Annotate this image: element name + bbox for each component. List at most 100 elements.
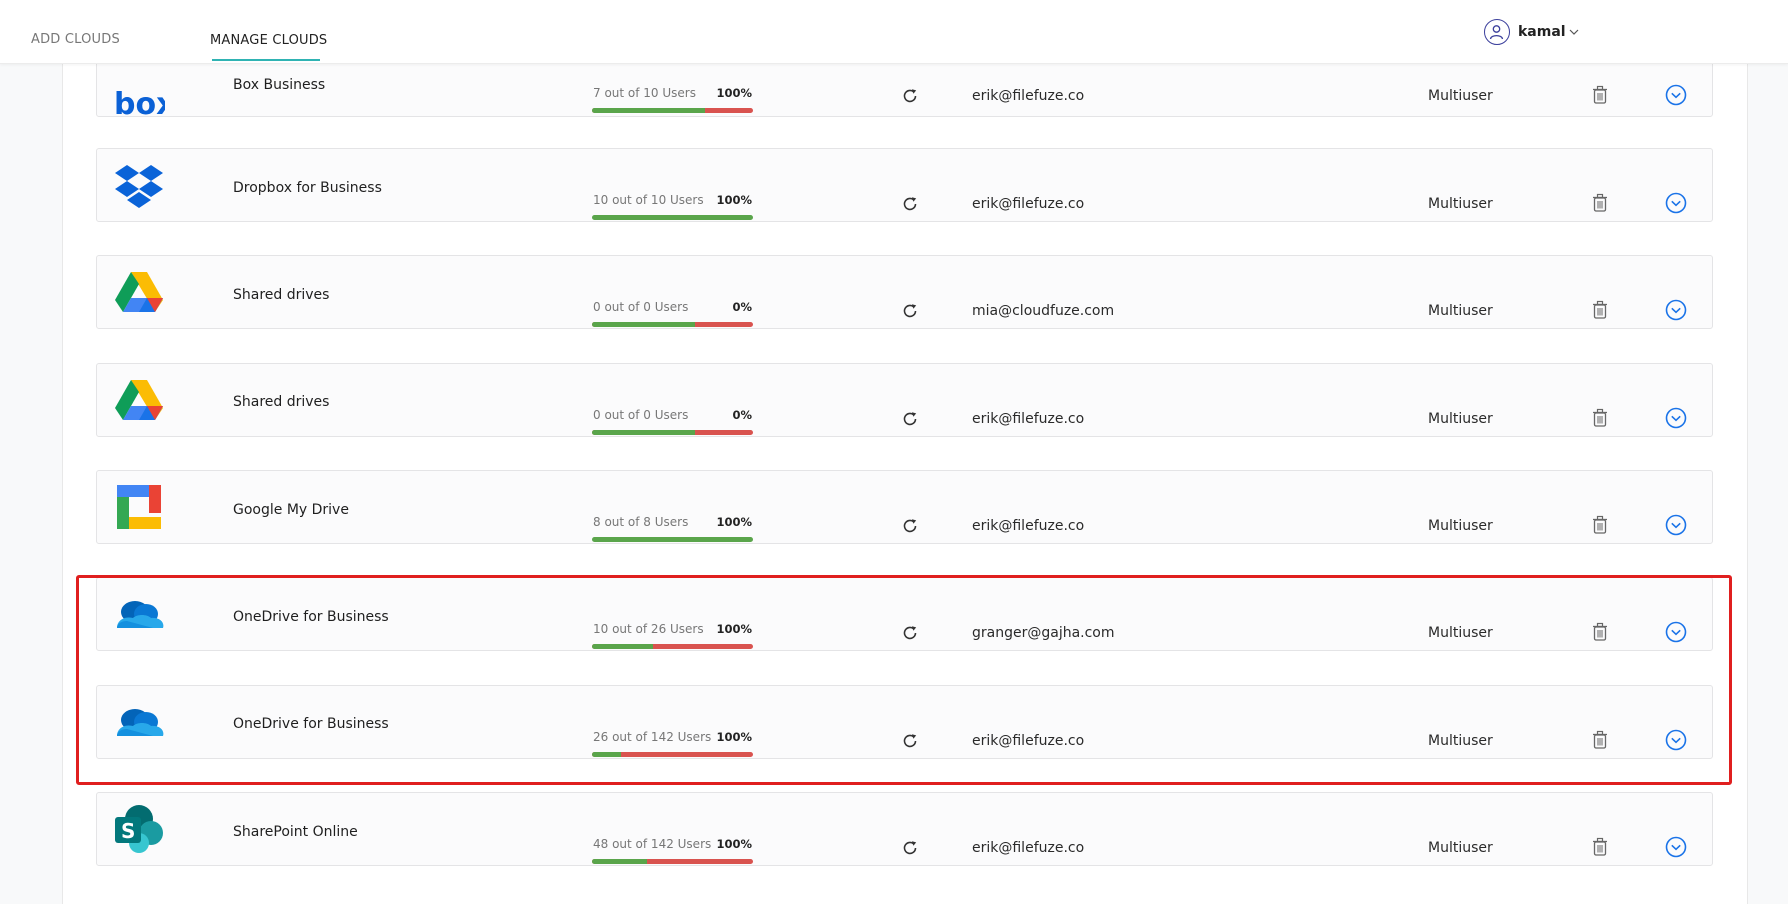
account-email: erik@filefuze.co	[972, 517, 1085, 534]
tab-add-clouds[interactable]: ADD CLOUDS	[31, 32, 120, 47]
account-type: Multiuser	[1428, 196, 1493, 212]
account-email: granger@gajha.com	[972, 625, 1115, 642]
usage-progress-fill	[592, 108, 705, 113]
usage-percent: 0%	[732, 407, 752, 422]
cloud-name: Google My Drive	[233, 501, 349, 518]
users-count: 8 out of 8 Users	[593, 514, 689, 529]
expand-chevron-icon[interactable]	[1665, 836, 1687, 858]
usage-progress-bar	[592, 536, 753, 542]
usage-progress-bar	[592, 215, 753, 220]
onedrive-logo	[113, 696, 165, 748]
usage-percent: 0%	[732, 300, 752, 315]
refresh-icon[interactable]	[901, 87, 919, 105]
usage-progress-bar	[592, 644, 753, 650]
usage-percent: 100%	[716, 836, 752, 851]
trash-icon[interactable]	[1591, 730, 1609, 750]
user-menu[interactable]: kamal	[1484, 18, 1580, 46]
expand-chevron-icon[interactable]	[1665, 192, 1687, 214]
cloud-row: S SharePoint Online 48 out of 142 Users …	[96, 791, 1713, 866]
cloud-row: Shared drives 0 out of 0 Users 0% erik@f…	[96, 362, 1713, 437]
refresh-icon[interactable]	[901, 517, 919, 535]
sharepoint-logo: S	[113, 803, 165, 855]
usage-progress-bar	[592, 108, 753, 113]
usage-progress-fill	[592, 536, 753, 542]
usage-progress-bar	[592, 429, 753, 435]
expand-chevron-icon[interactable]	[1665, 299, 1687, 321]
cloud-row: OneDrive for Business 10 out of 26 Users…	[96, 577, 1713, 652]
users-count: 7 out of 10 Users	[593, 86, 696, 100]
users-count: 0 out of 0 Users	[593, 407, 689, 422]
users-count: 48 out of 142 Users	[593, 836, 712, 851]
refresh-icon[interactable]	[901, 302, 919, 320]
top-navigation-bar: ADD CLOUDS MANAGE CLOUDS kamal	[0, 0, 1788, 64]
trash-icon[interactable]	[1591, 85, 1609, 105]
cloud-row: Shared drives 0 out of 0 Users 0% mia@cl…	[96, 255, 1713, 330]
usage-progress-fill	[592, 858, 647, 864]
account-type: Multiuser	[1428, 625, 1493, 642]
box-logo: box	[113, 76, 175, 128]
expand-chevron-icon[interactable]	[1665, 84, 1687, 106]
refresh-icon[interactable]	[901, 732, 919, 750]
trash-icon[interactable]	[1591, 300, 1609, 320]
account-type: Multiuser	[1428, 732, 1493, 749]
expand-chevron-icon[interactable]	[1665, 514, 1687, 536]
refresh-icon[interactable]	[901, 839, 919, 857]
account-type: Multiuser	[1428, 303, 1493, 320]
account-type: Multiuser	[1428, 88, 1493, 104]
refresh-icon[interactable]	[901, 624, 919, 642]
account-email: erik@filefuze.co	[972, 732, 1085, 749]
account-email: mia@cloudfuze.com	[972, 303, 1115, 320]
expand-chevron-icon[interactable]	[1665, 621, 1687, 643]
dropbox-logo	[113, 159, 165, 211]
usage-percent: 100%	[716, 193, 752, 207]
account-type: Multiuser	[1428, 410, 1493, 427]
usage-percent: 100%	[716, 729, 752, 744]
chevron-down-icon	[1569, 29, 1579, 35]
account-type: Multiuser	[1428, 517, 1493, 534]
svg-text:S: S	[121, 819, 135, 843]
users-count: 0 out of 0 Users	[593, 300, 689, 315]
cloud-name: Shared drives	[233, 287, 330, 304]
expand-chevron-icon[interactable]	[1665, 729, 1687, 751]
trash-icon[interactable]	[1591, 408, 1609, 428]
account-email: erik@filefuze.co	[972, 410, 1085, 427]
usage-progress-bar	[592, 751, 753, 757]
cloud-name: OneDrive for Business	[233, 609, 389, 626]
users-count: 10 out of 26 Users	[593, 622, 704, 637]
trash-icon[interactable]	[1591, 837, 1609, 857]
usage-progress-fill	[592, 751, 621, 757]
cloud-row: Google My Drive 8 out of 8 Users 100% er…	[96, 469, 1713, 544]
usage-progress-fill	[592, 215, 753, 220]
cloud-name: SharePoint Online	[233, 823, 358, 840]
usage-progress-fill	[592, 429, 696, 435]
user-avatar-icon	[1484, 19, 1510, 45]
account-email: erik@filefuze.co	[972, 196, 1085, 212]
trash-icon[interactable]	[1591, 193, 1609, 213]
refresh-icon[interactable]	[901, 195, 919, 213]
usage-progress-fill	[592, 322, 696, 328]
cloud-row: OneDrive for Business 26 out of 142 User…	[96, 684, 1713, 759]
left-gutter	[0, 64, 62, 904]
cloud-name: Dropbox for Business	[233, 179, 382, 196]
account-email: erik@filefuze.co	[972, 88, 1085, 104]
google-workspace-logo	[113, 481, 165, 533]
tab-manage-clouds[interactable]: MANAGE CLOUDS	[210, 33, 327, 48]
cloud-name: Box Business	[233, 77, 326, 94]
expand-chevron-icon[interactable]	[1665, 407, 1687, 429]
right-gutter	[1747, 64, 1788, 904]
cloud-row: Dropbox for Business 10 out of 10 Users …	[96, 148, 1713, 222]
svg-text:box: box	[114, 87, 165, 122]
refresh-icon[interactable]	[901, 410, 919, 428]
active-tab-indicator	[212, 59, 320, 61]
usage-percent: 100%	[716, 514, 752, 529]
username: kamal	[1518, 24, 1566, 40]
usage-progress-bar	[592, 858, 753, 864]
account-email: erik@filefuze.co	[972, 839, 1085, 856]
trash-icon[interactable]	[1591, 515, 1609, 535]
usage-percent: 100%	[716, 622, 752, 637]
trash-icon[interactable]	[1591, 622, 1609, 642]
usage-progress-bar	[592, 322, 753, 328]
users-count: 26 out of 142 Users	[593, 729, 712, 744]
google-drive-logo	[113, 374, 165, 426]
usage-percent: 100%	[716, 86, 752, 100]
